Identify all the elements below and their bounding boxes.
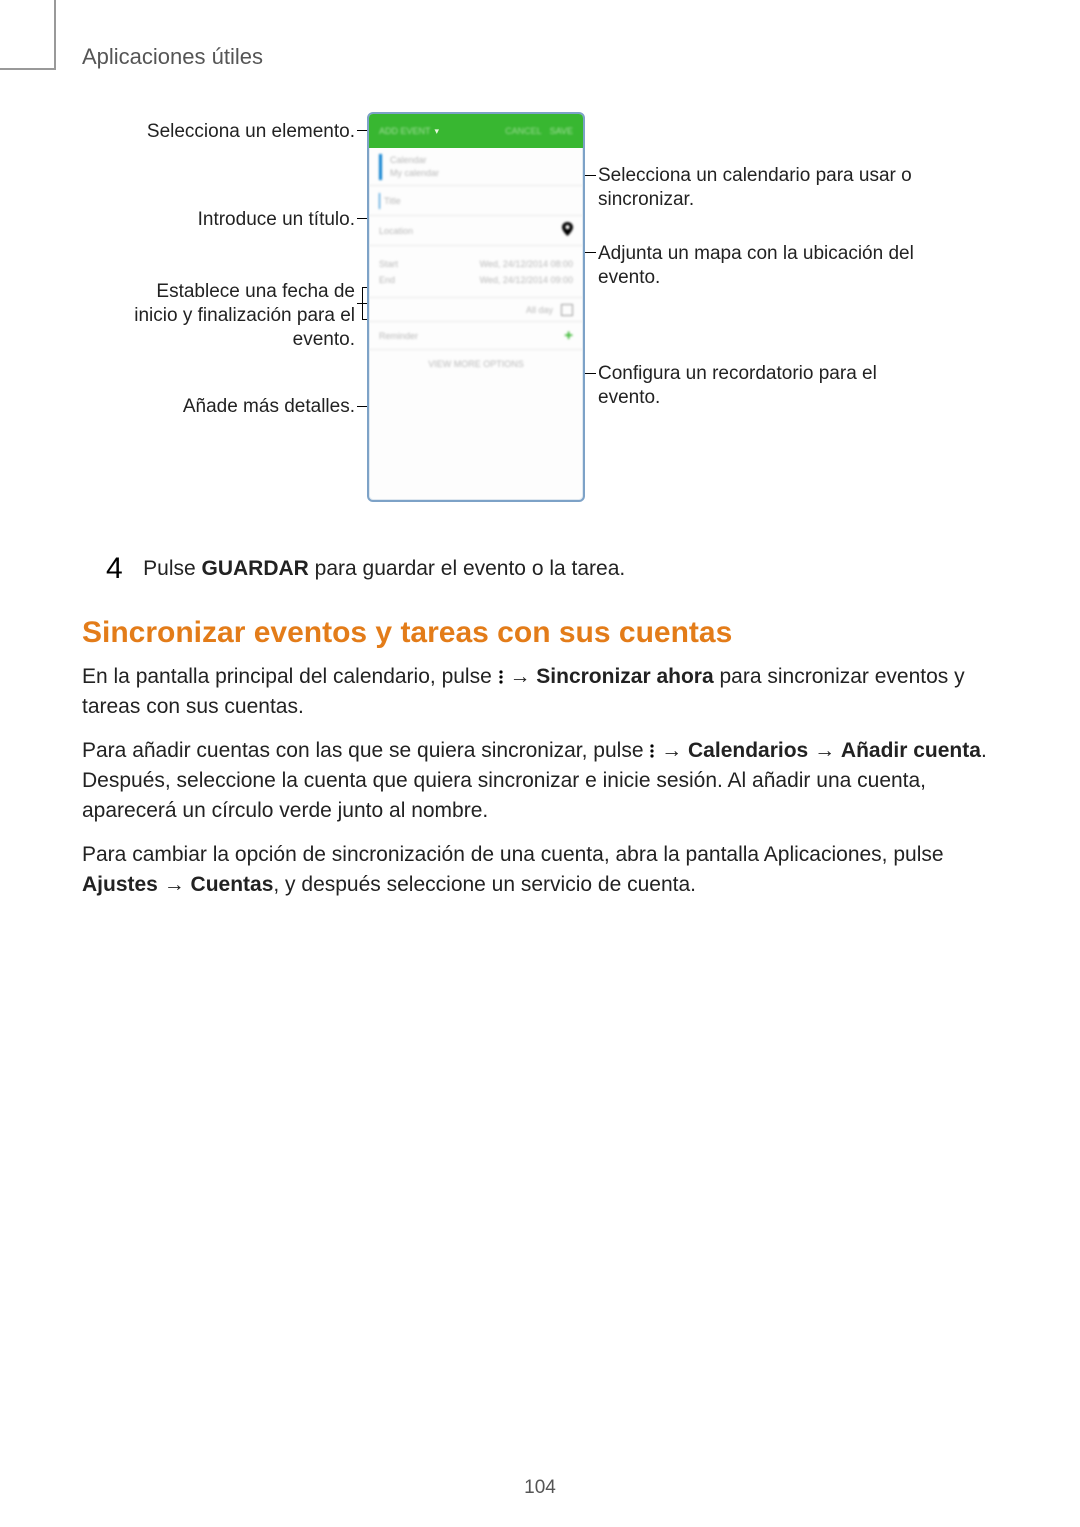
step4-before: Pulse [143,557,201,580]
step4-bold: GUARDAR [202,557,309,580]
p1-b: Sincronizar ahora [536,665,713,688]
add-reminder-icon[interactable]: + [564,327,573,344]
dates-row[interactable]: Start Wed, 24/12/2014 08:00 End Wed, 24/… [369,246,583,298]
allday-row[interactable]: All day [369,298,583,322]
step4-after: para guardar el evento o la tarea. [309,557,625,580]
p3-b: Ajustes [82,873,158,896]
callout-attach-map: Adjunta un mapa con la ubicación del eve… [598,242,918,290]
p2-a: Para añadir cuentas con las que se quier… [82,739,649,762]
title-placeholder: Title [384,196,401,206]
step-number: 4 [106,552,123,586]
start-value: Wed, 24/12/2014 08:00 [425,259,573,269]
title-field[interactable]: Title [369,186,583,216]
allday-checkbox[interactable] [561,304,573,316]
callout-enter-title: Introduce un título. [120,208,355,232]
chapter-title: Aplicaciones útiles [82,44,263,70]
p2-arrow1: → [655,739,688,762]
p3-arrow: → [158,873,191,896]
callout-set-dates: Establece una fecha de inicio y finaliza… [120,280,355,352]
diagram: Selecciona un elemento. Introduce un tít… [120,100,960,530]
callout-set-reminder: Configura un recordatorio para el evento… [598,362,918,410]
leader-tick [362,287,363,319]
reminder-row[interactable]: Reminder + [369,322,583,350]
location-field[interactable]: Location [369,216,583,246]
calendar-select-row[interactable]: Calendar My calendar [369,148,583,186]
p1-arrow1: → [504,665,537,688]
allday-label: All day [526,305,553,315]
page-number: 104 [0,1477,1080,1499]
end-label: End [379,275,425,285]
end-value: Wed, 24/12/2014 09:00 [425,275,573,285]
cancel-button[interactable]: CANCEL [497,126,550,136]
phone-mockup: Add event ▾ CANCEL SAVE Calendar My cale… [367,112,585,502]
text-cursor [379,193,380,209]
location-pin-icon[interactable] [562,222,573,239]
callout-add-details: Añade más detalles. [120,395,355,419]
p2-c: Añadir cuenta [841,739,981,762]
location-label: Location [379,226,562,236]
callout-select-calendar: Selecciona un calendario para usar o sin… [598,164,918,212]
paragraph-2: Para añadir cuentas con las que se quier… [82,736,998,826]
p3-d: , y después seleccione un servicio de cu… [273,873,696,896]
p1-a: En la pantalla principal del calendario,… [82,665,498,688]
section-heading: Sincronizar eventos y tareas con sus cue… [82,616,732,650]
calendar-line1: Calendar [390,154,439,167]
reminder-label: Reminder [379,331,564,341]
topbar-dropdown[interactable]: Add event [369,126,431,136]
calendar-line2: My calendar [390,167,439,180]
more-options-label: VIEW MORE OPTIONS [428,359,524,369]
event-topbar: Add event ▾ CANCEL SAVE [369,114,583,148]
more-options-row[interactable]: VIEW MORE OPTIONS [369,350,583,378]
p3-a: Para cambiar la opción de sincronización… [82,843,944,866]
p2-b: Calendarios [688,739,808,762]
save-button[interactable]: SAVE [550,126,583,136]
page-corner-horizontal [0,68,56,70]
paragraph-3: Para cambiar la opción de sincronización… [82,840,998,900]
p2-arrow2: → [808,739,841,762]
chevron-down-icon[interactable]: ▾ [435,126,440,137]
start-label: Start [379,259,425,269]
calendar-color-mark [379,154,382,180]
page-corner-vertical [54,0,56,70]
step-4: 4 Pulse GUARDAR para guardar el evento o… [106,549,998,583]
paragraph-1: En la pantalla principal del calendario,… [82,662,998,722]
callout-select-element: Selecciona un elemento. [120,120,355,144]
p3-c: Cuentas [191,873,274,896]
